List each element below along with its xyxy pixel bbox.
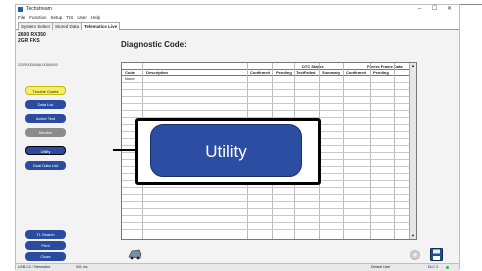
first-row-code: None (125, 76, 135, 81)
scroll-down-icon[interactable]: ▼ (410, 233, 416, 239)
dual-data-list-button[interactable]: Dual Data List (25, 161, 66, 170)
row-divider (122, 89, 416, 90)
menu-user[interactable]: User (77, 15, 87, 20)
menu-file[interactable]: File (18, 15, 25, 20)
menu-function[interactable]: Function (29, 15, 46, 20)
scroll-up-icon[interactable]: ▲ (410, 63, 416, 69)
title-bar: Techstream – ☐ ✕ (16, 5, 459, 14)
app-icon (18, 7, 23, 12)
print-button[interactable]: Print (25, 241, 66, 250)
status-dlc: DLC 3 (428, 265, 438, 269)
menu-setup[interactable]: Setup (51, 15, 63, 20)
tab-system-select[interactable]: System Select (18, 22, 53, 30)
page-title: Diagnostic Code: (121, 40, 187, 49)
close-app-button[interactable]: Close (25, 252, 66, 261)
row-divider (122, 201, 416, 202)
column-header-divider (122, 75, 416, 76)
minimize-button[interactable]: – (418, 5, 421, 14)
status-bar: USB-C2 / Telematics 341 ms Default User … (16, 263, 459, 271)
tab-telematics-live[interactable]: Telematics Live (81, 22, 121, 30)
row-divider (122, 215, 416, 216)
row-divider (122, 208, 416, 209)
row-divider (122, 187, 416, 188)
row-divider (122, 222, 416, 223)
tl-search-button[interactable]: TL Search (25, 230, 66, 239)
menu-help[interactable]: Help (91, 15, 100, 20)
row-divider (122, 110, 416, 111)
row-divider (122, 82, 416, 83)
status-connection: USB-C2 / Telematics (18, 265, 51, 269)
tab-stored-data[interactable]: Stored Data (52, 22, 83, 30)
close-button[interactable]: ✕ (447, 5, 452, 14)
status-indicator-icon (446, 266, 449, 269)
callout-connector (113, 149, 136, 151)
table-scrollbar[interactable]: ▲ ▼ (409, 63, 416, 239)
active-test-button[interactable]: Active Test (25, 114, 66, 123)
menu-tis[interactable]: TIS (66, 15, 73, 20)
row-divider (122, 96, 416, 97)
save-icon[interactable] (430, 248, 443, 261)
utility-button[interactable]: Utility (25, 146, 66, 155)
row-divider (122, 103, 416, 104)
row-divider (122, 229, 416, 230)
trouble-codes-button[interactable]: Trouble Codes (25, 86, 66, 95)
monitor-button[interactable]: Monitor (25, 128, 66, 137)
menu-bar: File Function Setup TIS User Help (16, 14, 459, 21)
window-title: Techstream (26, 6, 52, 12)
vehicle-info: 2600 RX350 2GR FKS (18, 32, 46, 44)
data-list-button[interactable]: Data List (25, 100, 66, 109)
status-user: Default User (371, 265, 391, 269)
vehicle-vin: 2GR0000A6L0000000 (18, 62, 58, 67)
row-divider (122, 194, 416, 195)
vehicle-icon[interactable] (128, 247, 142, 260)
status-latency: 341 ms (76, 265, 88, 269)
settings-icon[interactable] (409, 248, 421, 260)
vehicle-engine: 2GR FKS (18, 38, 40, 44)
utility-callout-button[interactable]: Utility (150, 124, 302, 177)
top-edge-line (458, 4, 482, 5)
tab-bar: System Select Stored Data Telematics Liv… (16, 21, 459, 30)
maximize-button[interactable]: ☐ (432, 5, 437, 14)
